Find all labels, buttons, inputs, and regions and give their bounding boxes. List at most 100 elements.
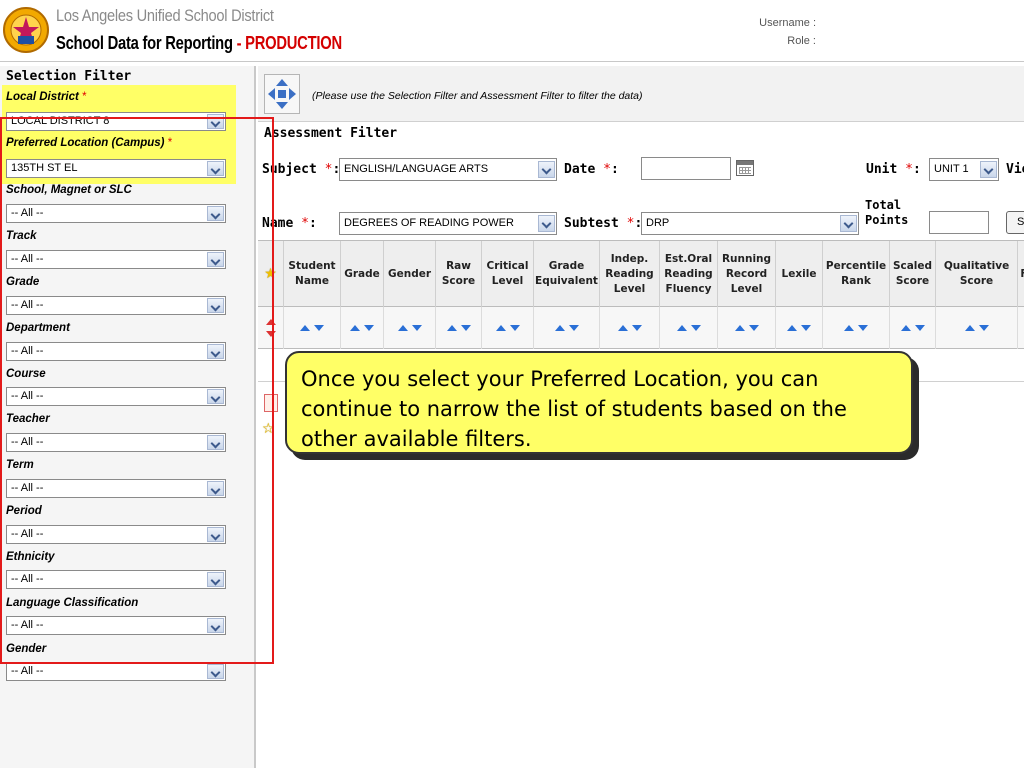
sort-down-icon[interactable] bbox=[314, 325, 324, 331]
chevron-down-icon[interactable] bbox=[538, 161, 555, 178]
sort-down-icon[interactable] bbox=[631, 325, 642, 331]
sort-arrows[interactable] bbox=[734, 325, 759, 331]
sort-up-icon[interactable] bbox=[265, 319, 276, 325]
column-qualitative-score[interactable]: Qualitative Score bbox=[936, 241, 1018, 307]
sort-up-icon[interactable] bbox=[844, 325, 854, 331]
chevron-down-icon[interactable] bbox=[840, 215, 857, 232]
chevron-down-icon[interactable] bbox=[538, 215, 555, 232]
sort-arrows[interactable] bbox=[787, 325, 811, 331]
chevron-down-icon[interactable] bbox=[207, 161, 224, 176]
column-critical-level[interactable]: Critical Level bbox=[482, 241, 534, 307]
sort-down-icon[interactable] bbox=[460, 325, 471, 331]
school-magnet-slc-select[interactable]: -- All -- bbox=[6, 204, 226, 223]
sort-up-icon[interactable] bbox=[617, 325, 628, 331]
chevron-down-icon[interactable] bbox=[207, 206, 224, 221]
star-icon[interactable]: ☆ bbox=[262, 422, 275, 436]
sort-down-icon[interactable] bbox=[364, 325, 374, 331]
sort-down-icon[interactable] bbox=[265, 331, 276, 337]
assessment-name-select[interactable]: DEGREES OF READING POWER bbox=[339, 212, 557, 235]
sort-arrows[interactable] bbox=[300, 325, 324, 331]
sort-down-icon[interactable] bbox=[509, 325, 520, 331]
sort-cell[interactable] bbox=[341, 307, 384, 349]
gender-select[interactable]: -- All -- bbox=[6, 662, 226, 681]
sort-up-icon[interactable] bbox=[350, 325, 360, 331]
chevron-down-icon[interactable] bbox=[207, 389, 224, 404]
sort-arrows[interactable] bbox=[617, 325, 642, 331]
chevron-down-icon[interactable] bbox=[207, 114, 224, 129]
pager-icon[interactable] bbox=[264, 394, 278, 412]
department-select[interactable]: -- All -- bbox=[6, 342, 226, 361]
grade-select[interactable]: -- All -- bbox=[6, 296, 226, 315]
sort-cell[interactable] bbox=[534, 307, 600, 349]
sort-up-icon[interactable] bbox=[397, 325, 408, 331]
sort-down-icon[interactable] bbox=[411, 325, 422, 331]
sort-up-icon[interactable] bbox=[300, 325, 310, 331]
sort-arrows[interactable] bbox=[446, 325, 471, 331]
sort-cell[interactable] bbox=[936, 307, 1018, 349]
chevron-down-icon[interactable] bbox=[207, 618, 224, 633]
calendar-icon[interactable] bbox=[736, 160, 754, 176]
sort-down-icon[interactable] bbox=[858, 325, 868, 331]
star-icon[interactable]: ★ bbox=[264, 267, 277, 281]
sort-cell[interactable] bbox=[660, 307, 718, 349]
sort-arrows[interactable] bbox=[350, 325, 374, 331]
track-select[interactable]: -- All -- bbox=[6, 250, 226, 269]
sort-up-icon[interactable] bbox=[734, 325, 745, 331]
sort-down-icon[interactable] bbox=[568, 325, 579, 331]
column-running-record-level[interactable]: Running Record Level bbox=[718, 241, 776, 307]
sort-up-icon[interactable] bbox=[554, 325, 565, 331]
chevron-down-icon[interactable] bbox=[207, 252, 224, 267]
sort-arrows[interactable] bbox=[844, 325, 868, 331]
sort-up-icon[interactable] bbox=[446, 325, 457, 331]
chevron-down-icon[interactable] bbox=[207, 527, 224, 542]
local-district-select[interactable]: LOCAL DISTRICT 8 bbox=[6, 112, 226, 131]
chevron-down-icon[interactable] bbox=[207, 481, 224, 496]
sort-down-icon[interactable] bbox=[978, 325, 989, 331]
sort-down-icon[interactable] bbox=[748, 325, 759, 331]
sort-cell[interactable] bbox=[718, 307, 776, 349]
subtest-select[interactable]: DRP bbox=[641, 212, 859, 235]
sort-cell[interactable] bbox=[776, 307, 823, 349]
column-percentile-rank[interactable]: Percentile Rank bbox=[823, 241, 890, 307]
chevron-down-icon[interactable] bbox=[207, 298, 224, 313]
total-points-input[interactable] bbox=[929, 211, 989, 234]
sort-arrows[interactable] bbox=[964, 325, 989, 331]
sort-vertical[interactable] bbox=[265, 319, 276, 337]
teacher-select[interactable]: -- All -- bbox=[6, 433, 226, 452]
sort-up-icon[interactable] bbox=[495, 325, 506, 331]
sort-up-icon[interactable] bbox=[900, 325, 911, 331]
subject-select[interactable]: ENGLISH/LANGUAGE ARTS bbox=[339, 158, 557, 181]
ethnicity-select[interactable]: -- All -- bbox=[6, 570, 226, 589]
sort-up-icon[interactable] bbox=[676, 325, 687, 331]
column-truncated[interactable]: F bbox=[1018, 241, 1024, 307]
sort-cell[interactable] bbox=[823, 307, 890, 349]
sort-cell[interactable] bbox=[600, 307, 660, 349]
search-button[interactable]: S bbox=[1006, 211, 1024, 234]
column-scaled-score[interactable]: Scaled Score bbox=[890, 241, 936, 307]
navigation-arrows-icon[interactable] bbox=[264, 74, 300, 114]
sort-arrows[interactable] bbox=[900, 325, 925, 331]
column-lexile[interactable]: Lexile bbox=[776, 241, 823, 307]
sort-cell[interactable] bbox=[384, 307, 436, 349]
sort-down-icon[interactable] bbox=[914, 325, 925, 331]
sort-down-icon[interactable] bbox=[801, 325, 811, 331]
sort-cell[interactable] bbox=[284, 307, 341, 349]
sort-down-icon[interactable] bbox=[690, 325, 701, 331]
column-est-oral-reading-fluency[interactable]: Est.Oral Reading Fluency bbox=[660, 241, 718, 307]
term-select[interactable]: -- All -- bbox=[6, 479, 226, 498]
column-student-name[interactable]: Student Name bbox=[284, 241, 341, 307]
favorite-column[interactable]: ★ bbox=[258, 241, 284, 307]
sort-cell[interactable] bbox=[482, 307, 534, 349]
sort-arrows[interactable] bbox=[495, 325, 520, 331]
sort-arrows[interactable] bbox=[554, 325, 579, 331]
sort-up-icon[interactable] bbox=[964, 325, 975, 331]
unit-select[interactable]: UNIT 1 bbox=[929, 158, 999, 181]
date-input[interactable] bbox=[641, 157, 731, 180]
column-grade-equivalent[interactable]: Grade Equivalent bbox=[534, 241, 600, 307]
language-classification-select[interactable]: -- All -- bbox=[6, 616, 226, 635]
preferred-location-select[interactable]: 135TH ST EL bbox=[6, 159, 226, 178]
sort-arrows[interactable] bbox=[397, 325, 422, 331]
period-select[interactable]: -- All -- bbox=[6, 525, 226, 544]
sort-cell[interactable] bbox=[258, 307, 284, 349]
chevron-down-icon[interactable] bbox=[207, 344, 224, 359]
